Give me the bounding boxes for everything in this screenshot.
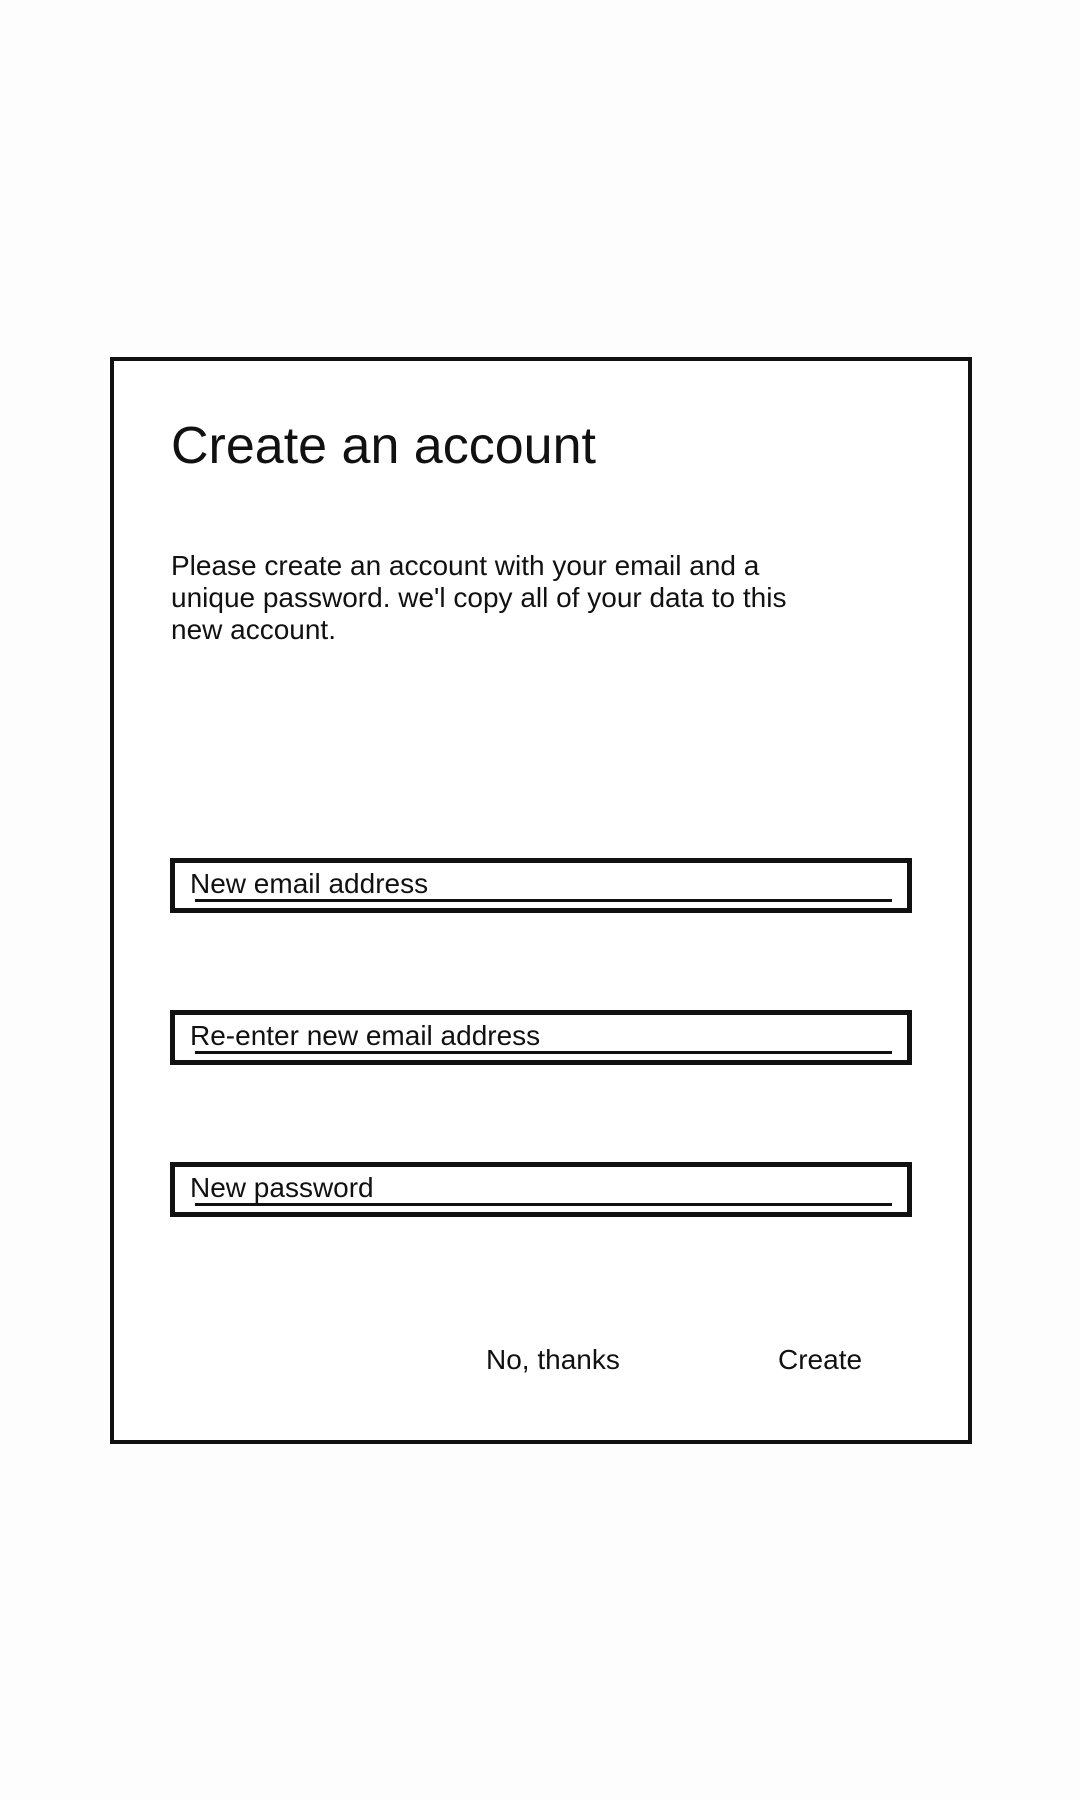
no-thanks-button[interactable]: No, thanks: [486, 1344, 620, 1376]
dialog-description: Please create an account with your email…: [171, 550, 787, 645]
confirm-email-underline: [195, 1051, 892, 1054]
new-password-underline: [195, 1203, 892, 1206]
new-email-field[interactable]: New email address: [170, 858, 912, 913]
create-button[interactable]: Create: [778, 1344, 862, 1376]
new-email-placeholder: New email address: [190, 868, 429, 899]
dialog-title: Create an account: [171, 417, 596, 475]
confirm-email-field[interactable]: Re-enter new email address: [170, 1010, 912, 1065]
new-password-placeholder: New password: [190, 1172, 374, 1203]
new-email-underline: [195, 899, 892, 902]
confirm-email-placeholder: Re-enter new email address: [190, 1020, 541, 1051]
new-password-field[interactable]: New password: [170, 1162, 912, 1217]
